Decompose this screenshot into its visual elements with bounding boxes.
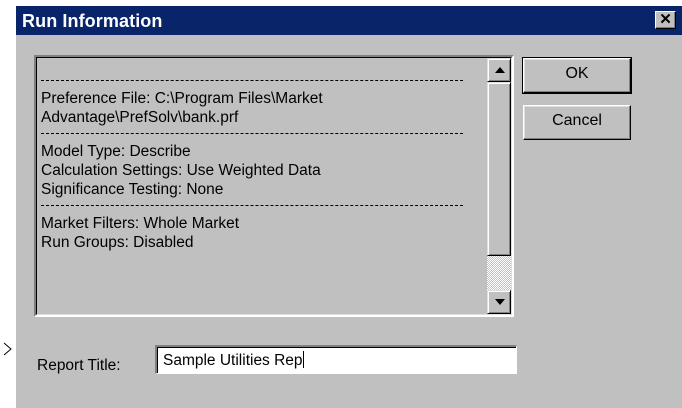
listbox-frame: Preference File: C:\Program Files\Market… (36, 57, 512, 315)
separator (41, 133, 463, 134)
report-title-value: Sample Utilities Rep (163, 352, 303, 369)
run-groups-line: Run Groups: Disabled (41, 234, 194, 251)
ok-button[interactable]: OK (522, 57, 632, 94)
scroll-track[interactable] (487, 256, 511, 290)
dialog-title: Run Information (22, 11, 163, 31)
close-icon: ✕ (659, 11, 672, 28)
preference-file-line: Preference File: C:\Program Files\Market (41, 90, 323, 107)
cancel-button[interactable]: Cancel (523, 105, 631, 140)
title-bar: Run Information ✕ (16, 6, 682, 35)
run-info-listbox[interactable]: Preference File: C:\Program Files\Market… (34, 55, 514, 317)
market-block: Market Filters: Whole Market Run Groups:… (41, 214, 469, 252)
run-information-dialog: Run Information ✕ Preference File: C:\Pr… (16, 6, 682, 408)
report-title-input[interactable]: Sample Utilities Rep (155, 345, 517, 374)
preference-file-block: Preference File: C:\Program Files\Market… (41, 89, 469, 127)
cursor-fragment-icon (3, 342, 12, 356)
model-settings-block: Model Type: Describe Calculation Setting… (41, 142, 469, 199)
text-caret (302, 351, 304, 368)
run-info-content: Preference File: C:\Program Files\Market… (41, 62, 469, 258)
scroll-thumb[interactable] (487, 82, 511, 256)
arrow-up-icon (495, 67, 505, 73)
close-button[interactable]: ✕ (655, 11, 676, 29)
scroll-up-button[interactable] (487, 58, 511, 82)
report-title-label: Report Title: (37, 357, 121, 374)
market-filters-line: Market Filters: Whole Market (41, 215, 240, 232)
arrow-down-icon (495, 299, 505, 305)
scroll-down-button[interactable] (487, 290, 511, 314)
separator (41, 80, 463, 81)
significance-testing-line: Significance Testing: None (41, 181, 224, 198)
model-type-line: Model Type: Describe (41, 143, 191, 160)
calculation-settings-line: Calculation Settings: Use Weighted Data (41, 162, 321, 179)
vertical-scrollbar[interactable] (487, 58, 511, 314)
separator (41, 205, 463, 206)
preference-file-path-line: Advantage\PrefSolv\bank.prf (41, 109, 239, 126)
